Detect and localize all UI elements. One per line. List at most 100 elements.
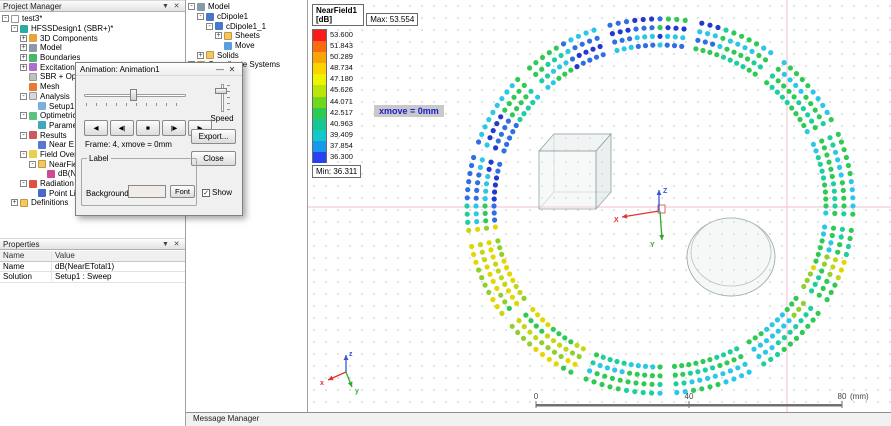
property-value[interactable]: Setup1 : Sweep [52,272,185,281]
property-name: Solution [0,272,52,281]
scale-value: 45.626 [330,84,353,95]
tree-item-label: Definitions [31,198,68,207]
frame-slider[interactable] [84,88,186,106]
play-reverse-button[interactable]: ◀ [84,120,108,136]
frame-slider-thumb[interactable] [130,89,137,101]
colorbar-cell [313,74,326,85]
tree-item-label: Setup1 [49,102,74,111]
speed-slider[interactable] [214,84,230,112]
collapse-icon[interactable]: - [20,112,27,119]
message-manager-header[interactable]: Message Manager [186,412,891,426]
collapse-icon[interactable]: - [29,161,36,168]
collapse-icon[interactable]: - [188,3,195,10]
chevron-down-icon[interactable]: ▼ [160,3,171,10]
expand-icon[interactable]: + [20,44,27,51]
folder-icon [224,32,232,40]
expand-icon[interactable]: + [215,32,222,39]
collapse-icon[interactable]: - [20,180,27,187]
colorbar-cell [313,97,326,108]
show-checkbox[interactable]: ✓ Show [202,188,232,197]
minimize-icon[interactable]: — [214,65,226,74]
properties-table: NameValueNamedB(NearETotal1)SolutionSetu… [0,251,185,426]
tree-item-label: Analysis [40,92,70,101]
compblue-icon [206,13,214,21]
expand-icon[interactable]: + [20,35,27,42]
collapse-icon[interactable]: - [197,13,204,20]
scene-label: x [320,380,324,387]
scale-value: 47.180 [330,73,353,84]
animation-dialog[interactable]: Animation: Animation1 — ✕ Speed ◀◀|■|▶▶ … [75,62,243,216]
tree-item-label: HFSSDesign1 (SBR+)* [31,24,113,33]
expand-icon[interactable]: + [20,64,27,71]
scale-value: 36.300 [330,151,353,162]
column-header: Name [0,251,52,260]
speed-slider-thumb[interactable] [215,88,227,94]
collapse-icon[interactable]: - [20,151,27,158]
stop-button[interactable]: ■ [136,120,160,136]
collapse-icon[interactable]: - [11,25,18,32]
scale-value: 37.854 [330,140,353,151]
label-group: Label Background Font [81,158,197,206]
tree-item-cdipole1-1[interactable]: -cDipole1_1 [186,21,307,31]
close-icon[interactable]: ✕ [226,65,238,74]
tree-item-cdipole1[interactable]: - cDipole1 [186,12,307,22]
compblue-icon [215,22,223,30]
tree-item-label: Near E [49,140,74,149]
defs-icon [20,199,28,207]
tree-item-model[interactable]: +Model [0,43,185,53]
coordinate-axes: XYZ [614,188,668,249]
model-box[interactable] [539,134,611,209]
tree-item-label: cDipole1 [217,12,248,21]
legend-title: NearField1 [316,6,360,15]
tree-item-3d-components[interactable]: +3D Components [0,33,185,43]
speed-slider-ticks [227,85,230,111]
tree-item-sheets[interactable]: +Sheets [186,31,307,41]
colorbar-cell [313,130,326,141]
tree-item-test3[interactable]: -test3* [0,14,185,24]
modeler-viewport[interactable]: XYZzxy04080(mm) NearField1 [dB] Max: 53.… [308,0,891,412]
show-label: Show [212,188,232,197]
collapse-icon[interactable]: - [206,23,213,30]
tree-item-hfssdesign1-sbr[interactable]: - HFSSDesign1 (SBR+)* [0,24,185,34]
step-back-button[interactable]: ◀| [110,120,134,136]
property-row[interactable]: SolutionSetup1 : Sweep [0,272,185,283]
colorbar-cell [313,85,326,96]
close-icon[interactable]: ✕ [171,240,182,248]
folder-icon [38,160,46,168]
scene-label: X [614,217,619,224]
font-button[interactable]: Font [170,185,195,198]
expand-icon[interactable]: + [11,199,18,206]
property-value[interactable]: dB(NearETotal1) [52,262,185,271]
checkbox-icon[interactable]: ✓ [202,189,210,197]
colorbar-cell [313,52,326,63]
model-cylinder[interactable] [687,218,775,296]
plot-icon [47,170,55,178]
tree-item-model[interactable]: - Model [186,2,307,12]
tree-item-move[interactable]: Move [186,41,307,51]
dialog-body: Speed ◀◀|■|▶▶ Frame: 4, xmove = 0mm Expo… [76,76,242,215]
collapse-icon[interactable]: - [20,132,27,139]
export-button[interactable]: Export... [191,129,236,144]
property-row[interactable]: NamedB(NearETotal1) [0,262,185,273]
chevron-down-icon[interactable]: ▼ [160,241,171,248]
step-forward-button[interactable]: |▶ [162,120,186,136]
background-color-button[interactable] [128,185,166,198]
frame-slider-ticks [86,103,184,106]
property-name: Name [0,262,52,271]
scale-value: 51.843 [330,40,353,51]
design-icon [20,25,28,33]
collapse-icon[interactable]: - [20,93,27,100]
expand-icon[interactable]: + [20,54,27,61]
scene-label: (mm) [850,392,869,401]
close-icon[interactable]: ✕ [171,2,182,10]
dialog-titlebar[interactable]: Animation: Animation1 — ✕ [76,63,242,76]
scene-label: Z [663,188,668,195]
close-button[interactable]: Close [191,151,236,166]
tree-item-solids[interactable]: +Solids [186,50,307,60]
tree-item-boundaries[interactable]: +Boundaries [0,53,185,63]
project-icon [11,15,19,23]
tree-item-label: Model [208,2,230,11]
expand-icon[interactable]: + [197,52,204,59]
scale-value: 39.409 [330,129,353,140]
collapse-icon[interactable]: - [2,15,9,22]
